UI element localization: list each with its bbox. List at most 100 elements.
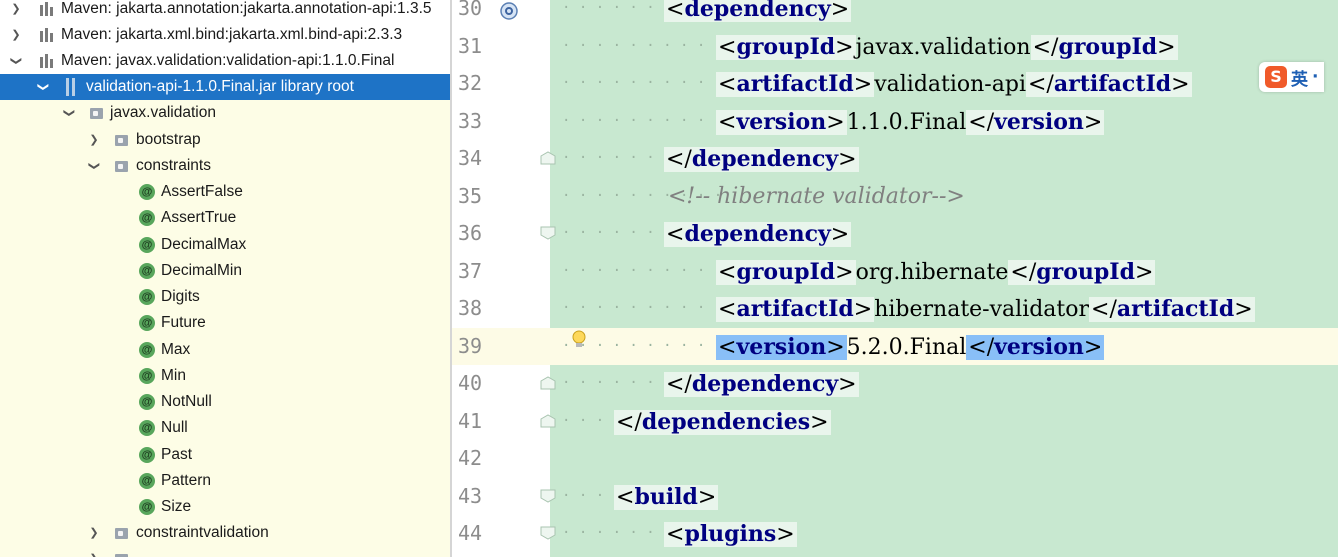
code-line[interactable]: 31 · · · · · · · · · · · · · · · <groupI… xyxy=(452,28,1338,66)
xml-tag: </dependencies> xyxy=(614,408,831,435)
code-line[interactable]: 43 · · · · · · <build> xyxy=(452,478,1338,516)
tree-item-jar-root[interactable]: ❯ validation-api-1.1.0.Final.jar library… xyxy=(0,74,450,100)
line-number: 44 xyxy=(458,521,483,545)
code-text: <build> xyxy=(614,480,719,514)
tree-item-jakarta-xml-bind[interactable]: ❯ Maven: jakarta.xml.bind:jakarta.xml.bi… xyxy=(0,22,450,48)
fold-start-icon[interactable] xyxy=(540,526,556,540)
code-line[interactable]: 36 · · · · · · · · · · · <dependency> xyxy=(452,215,1338,253)
code-line[interactable]: 38 · · · · · · · · · · · · · · · <artifa… xyxy=(452,290,1338,328)
chevron-right-icon[interactable]: ❯ xyxy=(88,520,100,546)
code-line[interactable]: 44 · · · · · · · · · · · <plugins> xyxy=(452,515,1338,553)
tree-item-jakarta-annotation[interactable]: ❯ Maven: jakarta.annotation:jakarta.anno… xyxy=(0,0,450,22)
xml-tag-highlighted: </version> xyxy=(966,333,1105,360)
annotation-icon: @ xyxy=(139,368,155,384)
code-line[interactable]: 42 xyxy=(452,440,1338,478)
chevron-right-icon[interactable]: ❯ xyxy=(88,127,100,153)
code-text: <version>5.2.0.Final</version> xyxy=(716,333,1105,360)
code-editor[interactable]: 30 · · · · · · · · · · · <dependency> 31… xyxy=(452,0,1338,557)
xml-tag: </version> xyxy=(966,108,1105,135)
code-line[interactable]: 34 · · · · · · · · · · · </dependency> xyxy=(452,140,1338,178)
xml-tag: </dependency> xyxy=(664,371,859,397)
xml-tag: <groupId> xyxy=(716,33,856,60)
fold-start-icon[interactable] xyxy=(540,489,556,503)
tree-item-annotation[interactable]: @ DecimalMax xyxy=(0,232,450,258)
annotation-icon: @ xyxy=(139,263,155,279)
tree-item-annotation[interactable]: @ Size xyxy=(0,494,450,520)
annotation-icon: @ xyxy=(139,237,155,253)
code-text: <dependency> xyxy=(664,0,852,26)
tree-item-annotation[interactable]: @ Past xyxy=(0,442,450,468)
package-icon xyxy=(115,160,131,173)
code-line[interactable]: 37 · · · · · · · · · · · · · · · <groupI… xyxy=(452,253,1338,291)
package-icon xyxy=(115,527,131,540)
fold-start-icon[interactable] xyxy=(540,226,556,240)
line-number: 33 xyxy=(458,108,483,133)
code-text: <groupId>javax.validation</groupId> xyxy=(716,33,1178,60)
lightbulb-icon[interactable] xyxy=(570,330,588,350)
annotation-icon: @ xyxy=(139,210,155,226)
tree-item-label: javax.validation xyxy=(110,104,216,121)
tree-item-label: DecimalMax xyxy=(161,236,247,253)
tree-item-partial[interactable]: ❯ xyxy=(0,546,450,557)
tree-item-label: DecimalMin xyxy=(161,262,242,279)
tree-item-javax-validation[interactable]: ❯ javax.validation xyxy=(0,100,450,126)
tree-item-bootstrap[interactable]: ❯ bootstrap xyxy=(0,127,450,153)
code-line[interactable]: 33 · · · · · · · · · · · · · · · <versio… xyxy=(452,103,1338,141)
tree-item-constraintvalidation[interactable]: ❯ constraintvalidation xyxy=(0,520,450,546)
chevron-down-icon[interactable]: ❯ xyxy=(56,107,82,119)
annotation-icon: @ xyxy=(139,447,155,463)
tree-item-constraints[interactable]: ❯ constraints xyxy=(0,153,450,179)
ime-indicator[interactable]: S 英 · xyxy=(1259,62,1325,92)
tree-item-annotation[interactable]: @ Null xyxy=(0,415,450,441)
tree-item-annotation[interactable]: @ Max xyxy=(0,337,450,363)
code-line[interactable]: 32 · · · · · · · · · · · · · · · <artifa… xyxy=(452,65,1338,103)
tree-item-label: Future xyxy=(161,314,206,331)
tree-item-label: Min xyxy=(161,367,186,384)
xml-tag: </groupId> xyxy=(1008,258,1156,285)
line-number: 36 xyxy=(458,221,483,245)
tree-item-javax-validation-lib[interactable]: ❯ Maven: javax.validation:validation-api… xyxy=(0,48,450,74)
library-icon xyxy=(40,28,56,42)
line-number: 43 xyxy=(458,483,483,508)
code-line[interactable]: 41 · · · · · · </dependencies> xyxy=(452,403,1338,441)
tree-item-annotation[interactable]: @ AssertTrue xyxy=(0,205,450,231)
line-number: 40 xyxy=(458,371,483,395)
xml-tag: <version> xyxy=(716,108,847,135)
code-line[interactable]: 30 · · · · · · · · · · · <dependency> xyxy=(452,0,1338,28)
code-text: </dependencies> xyxy=(614,405,831,439)
xml-tag: </artifactId> xyxy=(1025,71,1192,97)
tree-item-label: AssertFalse xyxy=(161,183,243,200)
override-marker-icon[interactable] xyxy=(500,2,518,20)
tree-item-annotation[interactable]: @ Pattern xyxy=(0,468,450,494)
tree-item-annotation[interactable]: @ Future xyxy=(0,310,450,336)
chevron-down-icon[interactable]: ❯ xyxy=(81,160,107,172)
tree-item-annotation[interactable]: @ DecimalMin xyxy=(0,258,450,284)
code-line[interactable]: 40 · · · · · · · · · · · </dependency> xyxy=(452,365,1338,403)
xml-tag: <groupId> xyxy=(716,258,856,285)
line-number: 35 xyxy=(458,183,483,208)
annotation-icon: @ xyxy=(139,342,155,358)
tree-item-label: Past xyxy=(161,446,193,463)
tree-item-annotation[interactable]: @ Digits xyxy=(0,284,450,310)
code-text: <version>1.1.0.Final</version> xyxy=(716,108,1105,135)
xml-tag-highlighted: <version> xyxy=(716,333,847,360)
tree-item-annotation[interactable]: @ NotNull xyxy=(0,389,450,415)
tree-item-annotation[interactable]: @ Min xyxy=(0,363,450,389)
fold-end-icon[interactable] xyxy=(540,376,556,390)
chevron-right-icon[interactable]: ❯ xyxy=(88,546,100,557)
jar-icon xyxy=(66,78,80,96)
code-text: <artifactId>hibernate-validator</artifac… xyxy=(716,296,1255,322)
sogou-logo-icon: S xyxy=(1265,66,1287,88)
chevron-right-icon[interactable]: ❯ xyxy=(10,0,22,22)
chevron-down-icon[interactable]: ❯ xyxy=(30,81,56,93)
line-number: 41 xyxy=(458,408,483,433)
chevron-down-icon[interactable]: ❯ xyxy=(3,55,29,67)
xml-tag: <artifactId> xyxy=(716,296,875,322)
xml-tag: <dependency> xyxy=(664,221,852,247)
code-line[interactable]: 35 · · · · · · · · · · · <!-- hibernate … xyxy=(452,178,1338,216)
fold-end-icon[interactable] xyxy=(540,413,556,428)
fold-end-icon[interactable] xyxy=(540,151,556,165)
tree-item-annotation[interactable]: @ AssertFalse xyxy=(0,179,450,205)
code-text: <artifactId>validation-api</artifactId> xyxy=(716,71,1192,97)
chevron-right-icon[interactable]: ❯ xyxy=(10,22,22,48)
